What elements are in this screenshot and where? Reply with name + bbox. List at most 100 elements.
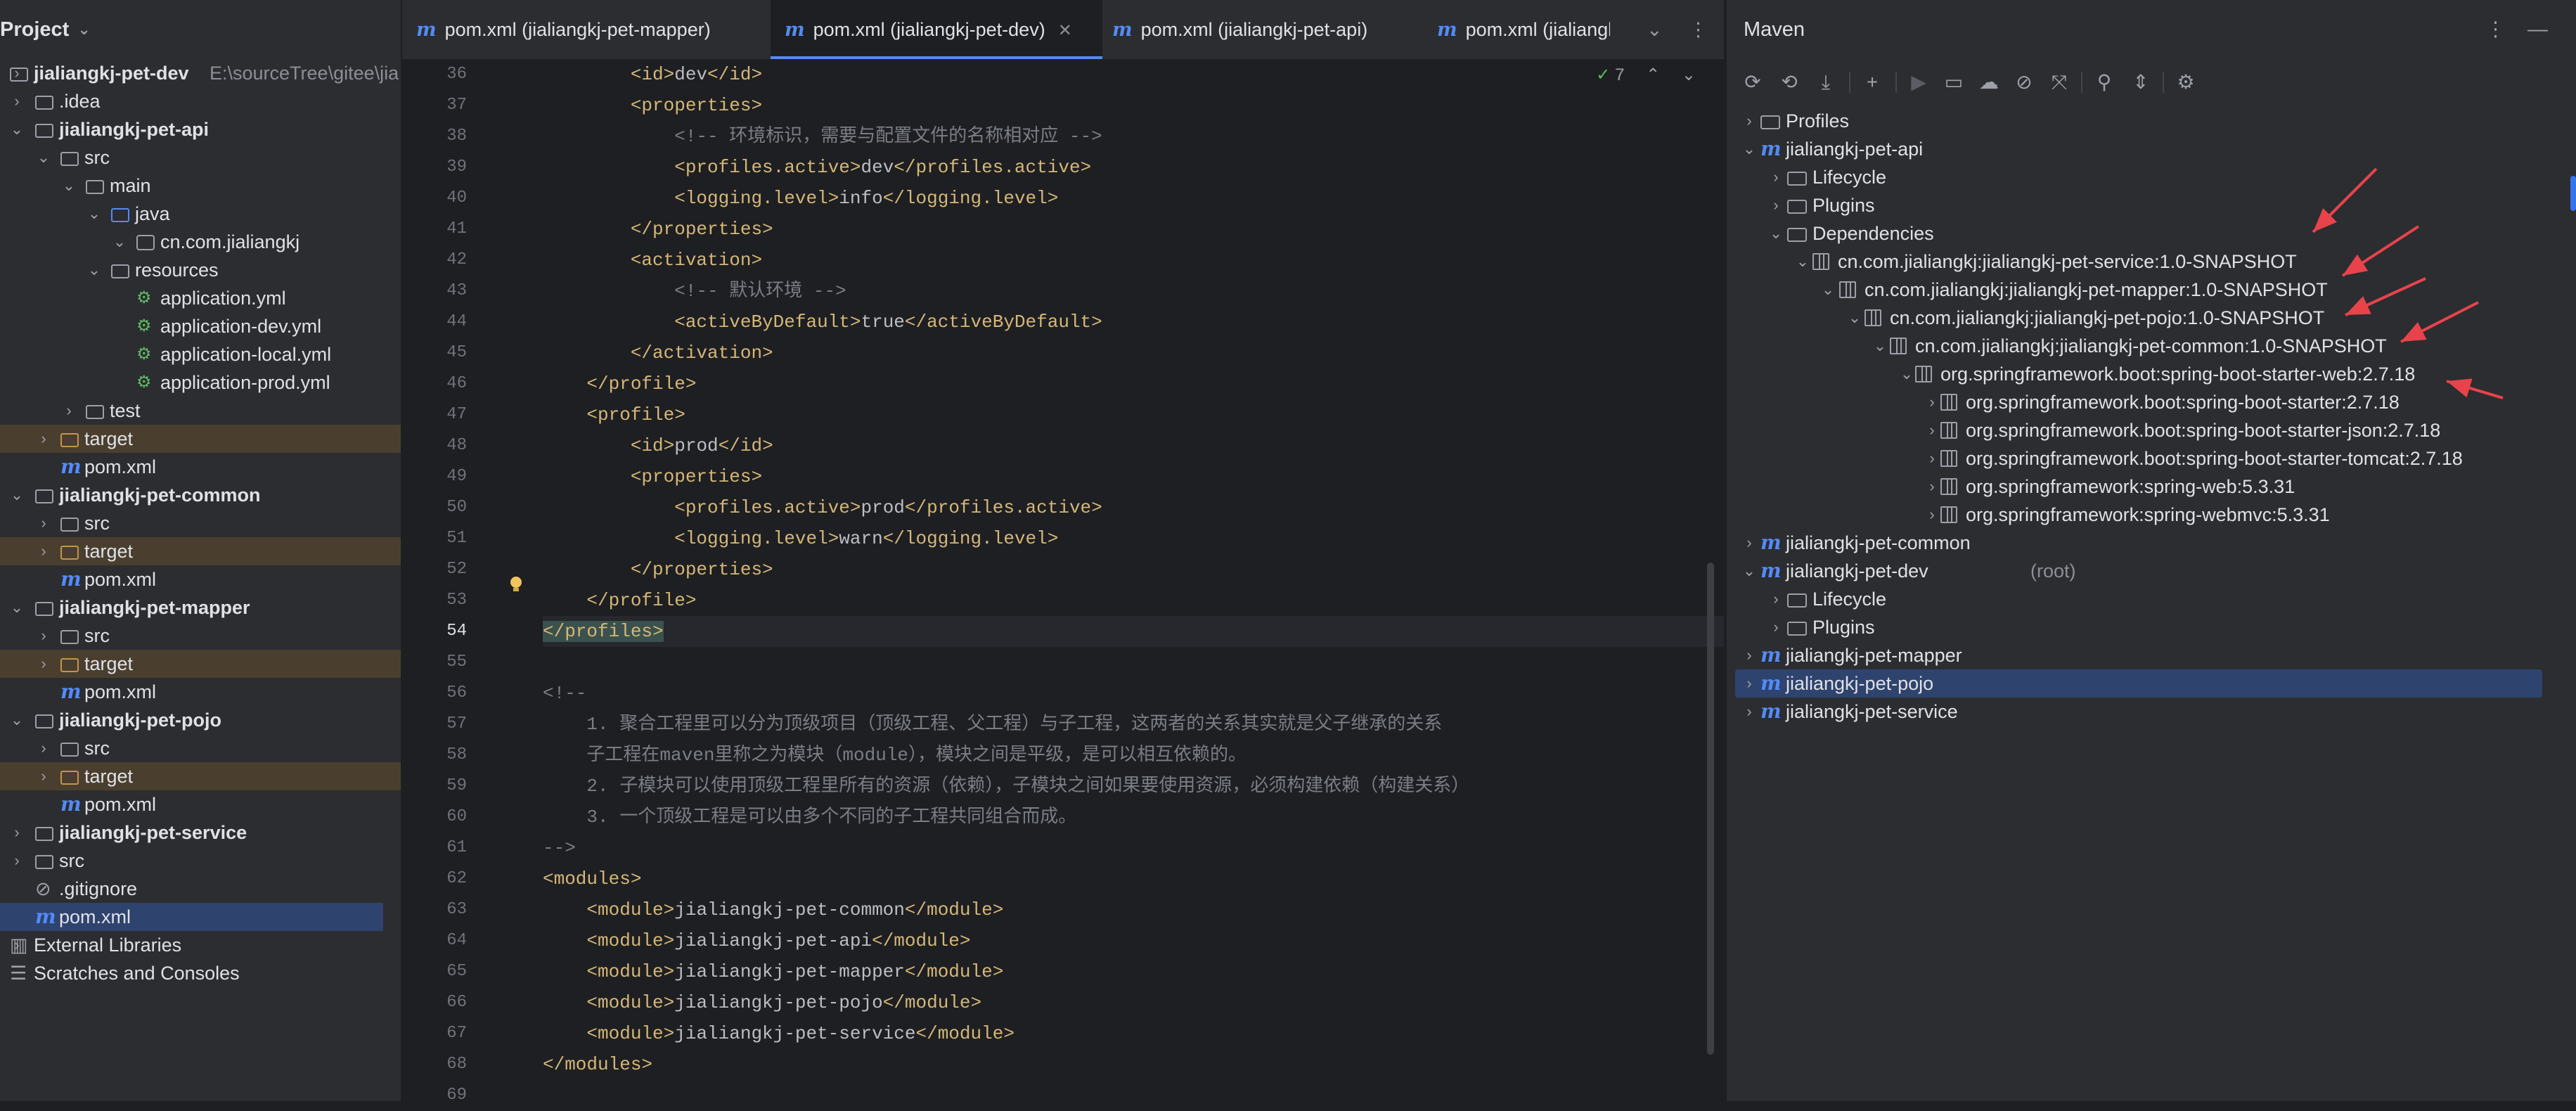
project-tree-item[interactable]: › target (0, 537, 401, 565)
project-tree-item[interactable]: ⌄ jialiangkj-pet-mapper (0, 593, 401, 622)
chevron-right-icon[interactable]: › (8, 818, 25, 847)
chevron-right-icon[interactable]: › (1767, 163, 1784, 191)
execute-goal-icon[interactable]: ▭ (1938, 65, 1970, 100)
chevron-right-icon[interactable]: › (1741, 669, 1758, 698)
project-tree-item[interactable]: › ▥ External Libraries (0, 931, 401, 959)
chevron-right-icon[interactable]: › (35, 650, 52, 678)
chevron-right-icon[interactable]: › (1741, 698, 1758, 726)
maven-tree-item[interactable]: › Lifecycle (1727, 585, 2576, 613)
dependency-item[interactable]: ⌄ org.springframework.boot:spring-boot-st… (1727, 360, 2576, 388)
project-tree-item[interactable]: › src (0, 622, 401, 650)
chevron-right-icon[interactable]: › (60, 397, 77, 425)
collapse-icon[interactable]: ⤧ (2043, 65, 2075, 100)
project-tree-item[interactable]: ⌄ jialiangkj-pet-pojo (0, 706, 401, 734)
skip-tests-icon[interactable]: ⊘ (2008, 65, 2040, 100)
project-tree-item[interactable]: › .idea (0, 87, 401, 115)
maven-tree-item[interactable]: › Plugins (1727, 191, 2576, 219)
chevron-right-icon[interactable]: › (1741, 529, 1758, 557)
maven-tree-item[interactable]: ⌄ m jialiangkj-pet-api (1727, 135, 2576, 163)
editor-scrollbar[interactable] (1707, 563, 1714, 1055)
chevron-right-icon[interactable]: › (35, 537, 52, 565)
project-tree-item[interactable]: ⚙ application-local.yml (0, 340, 401, 368)
project-tree-item[interactable]: ⌄ src (0, 143, 401, 172)
reload-folder-icon[interactable]: ⟲ (1773, 65, 1805, 100)
chevron-down-icon[interactable]: ⌄ (111, 228, 128, 256)
project-tree-item[interactable]: › src (0, 509, 401, 537)
project-tree-item[interactable]: ⌄ jialiangkj-pet-common (0, 481, 401, 509)
dependency-item[interactable]: ⌄ cn.com.jialiangkj:jialiangkj-pet-pojo:1… (1727, 304, 2576, 332)
chevron-right-icon[interactable]: › (35, 734, 52, 762)
chevron-down-icon[interactable]: ⌄ (1794, 248, 1811, 276)
project-tree-item[interactable]: ⌄ java (0, 200, 401, 228)
chevron-down-icon[interactable]: ⌄ (1767, 219, 1784, 248)
chevron-down-icon[interactable]: ⌄ (60, 172, 77, 200)
maven-tree-item[interactable]: › m jialiangkj-pet-common (1727, 529, 2576, 557)
project-tree-item[interactable]: › target (0, 650, 401, 678)
chevron-right-icon[interactable]: › (35, 762, 52, 790)
project-tree-item[interactable]: ⊘ .gitignore (0, 875, 401, 903)
project-tree-item[interactable]: ☰ Scratches and Consoles (0, 959, 401, 987)
project-tree-item[interactable]: ⌄ cn.com.jialiangkj (0, 228, 401, 256)
chevron-down-icon[interactable]: ⌄ (1898, 360, 1915, 388)
chevron-right-icon[interactable]: › (1924, 444, 1940, 473)
project-tree-item[interactable]: ⚙ application.yml (0, 284, 401, 312)
add-icon[interactable]: + (1856, 65, 1888, 100)
chevron-down-icon[interactable]: ⌄ (86, 200, 103, 228)
tab-list-chevron-icon[interactable]: ⌄ (1647, 0, 1663, 59)
chevron-right-icon[interactable]: › (1924, 416, 1940, 444)
dependency-item[interactable]: › org.springframework.boot:spring-boot-st… (1727, 388, 2576, 416)
project-tree-item[interactable]: › target (0, 425, 401, 453)
tab-pom-mapper[interactable]: m pom.xml (jialiangkj-pet-mapper) (416, 0, 711, 59)
chevron-down-icon[interactable]: ⌄ (1846, 304, 1863, 332)
project-tree-item[interactable]: m pom.xml (0, 678, 401, 706)
chevron-right-icon[interactable]: › (1767, 191, 1784, 219)
project-tree-item[interactable]: m pom.xml (0, 565, 401, 593)
project-tree-item[interactable]: › test (0, 397, 401, 425)
maven-tree-item[interactable]: › Plugins (1727, 613, 2576, 641)
chevron-right-icon[interactable]: › (1767, 585, 1784, 613)
offline-icon[interactable]: ☁ (1973, 65, 2005, 100)
chevron-right-icon[interactable]: › (1924, 388, 1940, 416)
chevron-right-icon[interactable]: › (1924, 473, 1940, 501)
maven-tree-item[interactable]: › Profiles (1727, 107, 2576, 135)
chevron-down-icon[interactable]: ⌄ (1741, 557, 1758, 585)
more-vertical-icon[interactable]: ⋮ (1689, 0, 1708, 59)
maven-tree-item[interactable]: › m jialiangkj-pet-mapper (1727, 641, 2576, 669)
chevron-down-icon[interactable]: ⌄ (77, 20, 90, 39)
maven-tree-item[interactable]: › m jialiangkj-pet-pojo (1735, 669, 2542, 698)
code-area[interactable]: <id>dev</id> <properties> <!-- 环境标识，需要与配… (543, 59, 1724, 1101)
dependency-item[interactable]: ⌄ cn.com.jialiangkj:jialiangkj-pet-mapper… (1727, 276, 2576, 304)
dependency-item[interactable]: › org.springframework:spring-web:5.3.31 (1727, 473, 2576, 501)
chevron-down-icon[interactable]: ⌄ (1820, 276, 1836, 304)
chevron-down-icon[interactable]: ⌄ (1682, 65, 1696, 84)
project-tree-item[interactable]: › jialiangkj-pet-service (0, 818, 401, 847)
chevron-down-icon[interactable]: ⌄ (86, 256, 103, 284)
project-tree-item[interactable]: ⌄ main (0, 172, 401, 200)
minimize-icon[interactable]: — (2527, 0, 2548, 59)
chevron-right-icon[interactable]: › (1924, 501, 1940, 529)
close-icon[interactable]: ✕ (1058, 21, 1072, 40)
dependency-item[interactable]: › org.springframework.boot:spring-boot-st… (1727, 444, 2576, 473)
inspection-widget[interactable]: ✓ 7 ⌃ ⌄ (1596, 65, 1696, 85)
chevron-right-icon[interactable]: › (35, 425, 52, 453)
project-tree-item[interactable]: m pom.xml (0, 453, 401, 481)
maven-tree-item[interactable]: ⌄ m jialiangkj-pet-dev (root) (1727, 557, 2576, 585)
chevron-right-icon[interactable]: › (8, 847, 25, 875)
chevron-right-icon[interactable]: › (35, 622, 52, 650)
show-dependencies-icon[interactable]: ⚲ (2088, 65, 2120, 100)
project-tree-item[interactable]: ⌄ resources (0, 256, 401, 284)
project-tree-item[interactable]: › src (0, 734, 401, 762)
maven-tree-item[interactable]: ⌄ Dependencies (1727, 219, 2576, 248)
chevron-down-icon[interactable]: ⌄ (8, 593, 25, 622)
maven-tree-item[interactable]: › Lifecycle (1727, 163, 2576, 191)
chevron-up-icon[interactable]: ⌃ (1646, 65, 1660, 84)
chevron-right-icon[interactable]: › (1741, 107, 1758, 135)
maven-tree-item[interactable]: › m jialiangkj-pet-service (1727, 698, 2576, 726)
chevron-down-icon[interactable]: ⌄ (1872, 332, 1888, 360)
dependency-item[interactable]: ⌄ cn.com.jialiangkj:jialiangkj-pet-servic… (1727, 248, 2576, 276)
project-tree-item[interactable]: ⚙ application-prod.yml (0, 368, 401, 397)
dependency-item[interactable]: › org.springframework:spring-webmvc:5.3.3… (1727, 501, 2576, 529)
chevron-right-icon[interactable]: › (8, 87, 25, 115)
chevron-down-icon[interactable]: ⌄ (8, 115, 25, 143)
chevron-right-icon[interactable]: › (1767, 613, 1784, 641)
